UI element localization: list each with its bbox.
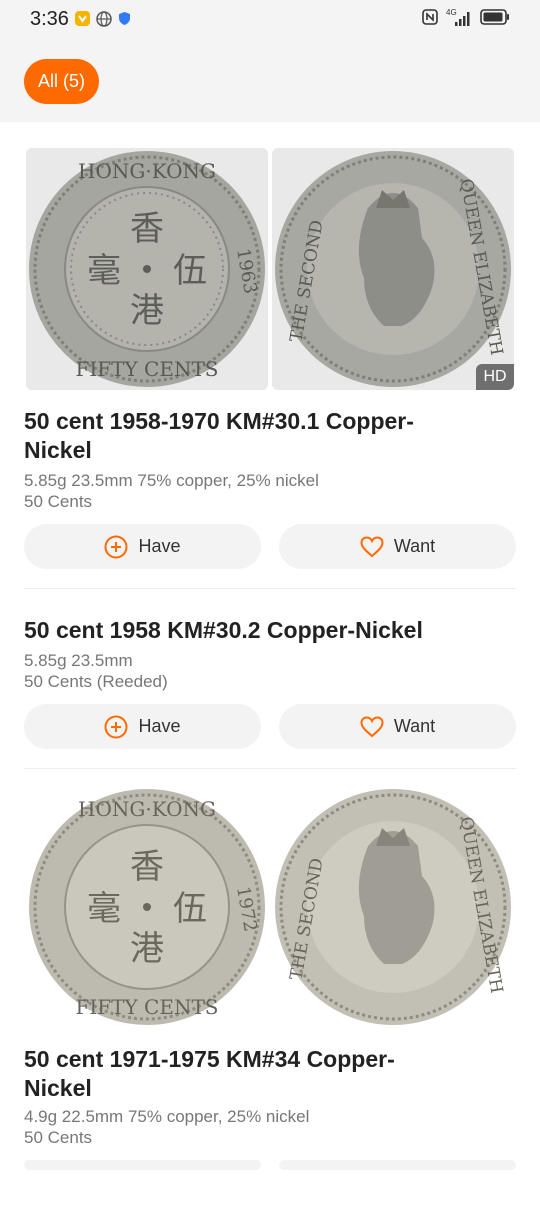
obverse-bottom-text: FIFTY CENTS: [76, 357, 219, 381]
heart-icon: [360, 715, 384, 737]
nfc-icon: [422, 8, 438, 30]
list-item[interactable]: 香 毫 伍 港 HONG·KONG FIFTY CENTS 1963 THE S…: [24, 148, 516, 589]
coin-denomination: 50 Cents: [24, 492, 93, 511]
coin-title-line: 50 cent 1958-1970 KM#30.1 Copper-: [24, 408, 414, 434]
want-label: Want: [393, 716, 436, 736]
add-circle-icon: [104, 715, 128, 738]
coin-reverse-image[interactable]: THE SECOND QUEEN ELIZABETH: [272, 786, 514, 1028]
divider: [24, 588, 516, 589]
list-item[interactable]: 50 cent 1958 KM#30.2 Copper-Nickel 5.85g…: [24, 616, 516, 769]
coin-title-line: 50 cent 1971-1975 KM#34 Copper-: [24, 1046, 395, 1072]
coin-meta: 4.9g 22.5mm 75% copper, 25% nickel 50 Ce…: [24, 1106, 309, 1148]
coin-title-line: 50 cent 1958 KM#30.2 Copper-Nickel: [24, 617, 423, 643]
coin-meta: 5.85g 23.5mm 50 Cents (Reeded): [24, 650, 168, 692]
svg-text:港: 港: [130, 291, 164, 331]
coin-title: 50 cent 1958 KM#30.2 Copper-Nickel: [24, 616, 504, 645]
svg-text:毫: 毫: [87, 889, 121, 929]
have-label: Have: [138, 716, 181, 736]
coin-denomination: 50 Cents: [24, 1128, 93, 1147]
signal-icon: 4G: [446, 8, 472, 28]
coin-title: 50 cent 1958-1970 KM#30.1 Copper- Nickel: [24, 407, 504, 465]
obverse-bottom-text: FIFTY CENTS: [76, 995, 219, 1019]
svg-text:香: 香: [130, 209, 164, 249]
list-item[interactable]: 香 毫 伍 港 HONG·KONG FIFTY CENTS 1972 THE S…: [24, 786, 516, 1206]
coin-meta: 5.85g 23.5mm 75% copper, 25% nickel 50 C…: [24, 470, 319, 512]
coin-title-line: Nickel: [24, 437, 92, 463]
shield-icon: [118, 11, 131, 26]
status-right-icons: 4G: [422, 8, 510, 30]
coin-reverse-image[interactable]: THE SECOND QUEEN ELIZABETH HD: [272, 148, 514, 390]
have-button[interactable]: Have: [24, 704, 261, 749]
want-label: Want: [393, 536, 436, 556]
filter-chip-all[interactable]: All (5): [24, 59, 99, 104]
vpn-icon: [75, 11, 90, 26]
svg-text:伍: 伍: [173, 251, 207, 291]
coin-specs: 4.9g 22.5mm 75% copper, 25% nickel: [24, 1107, 310, 1126]
filter-bar: All (5): [0, 40, 540, 122]
battery-icon: [480, 8, 510, 30]
coin-specs: 5.85g 23.5mm: [24, 651, 133, 670]
svg-text:港: 港: [130, 929, 164, 969]
svg-text:香: 香: [130, 847, 164, 887]
svg-text:伍: 伍: [173, 889, 207, 929]
heart-icon: [360, 535, 384, 557]
have-button[interactable]: Have: [24, 524, 261, 569]
coin-specs: 5.85g 23.5mm 75% copper, 25% nickel: [24, 471, 319, 490]
have-button[interactable]: [24, 1160, 261, 1170]
want-button[interactable]: [279, 1160, 516, 1170]
coin-title: 50 cent 1971-1975 KM#34 Copper- Nickel: [24, 1045, 504, 1103]
obverse-top-text: HONG·KONG: [78, 797, 216, 821]
svg-text:毫: 毫: [87, 251, 121, 291]
obverse-top-text: HONG·KONG: [78, 159, 216, 183]
add-circle-icon: [104, 535, 128, 558]
status-bar: 3:36 4G: [0, 0, 540, 40]
want-button[interactable]: Want: [279, 704, 516, 749]
divider: [24, 768, 516, 769]
status-time: 3:36: [30, 8, 69, 30]
coin-obverse-image[interactable]: 香 毫 伍 港 HONG·KONG FIFTY CENTS 1972: [26, 786, 268, 1028]
coin-title-line: Nickel: [24, 1075, 92, 1101]
coin-denomination: 50 Cents (Reeded): [24, 672, 168, 691]
coin-obverse-image[interactable]: 香 毫 伍 港 HONG·KONG FIFTY CENTS 1963: [26, 148, 268, 390]
have-label: Have: [138, 536, 181, 556]
want-button[interactable]: Want: [279, 524, 516, 569]
hd-badge: HD: [476, 364, 514, 390]
globe-icon: [96, 11, 112, 27]
